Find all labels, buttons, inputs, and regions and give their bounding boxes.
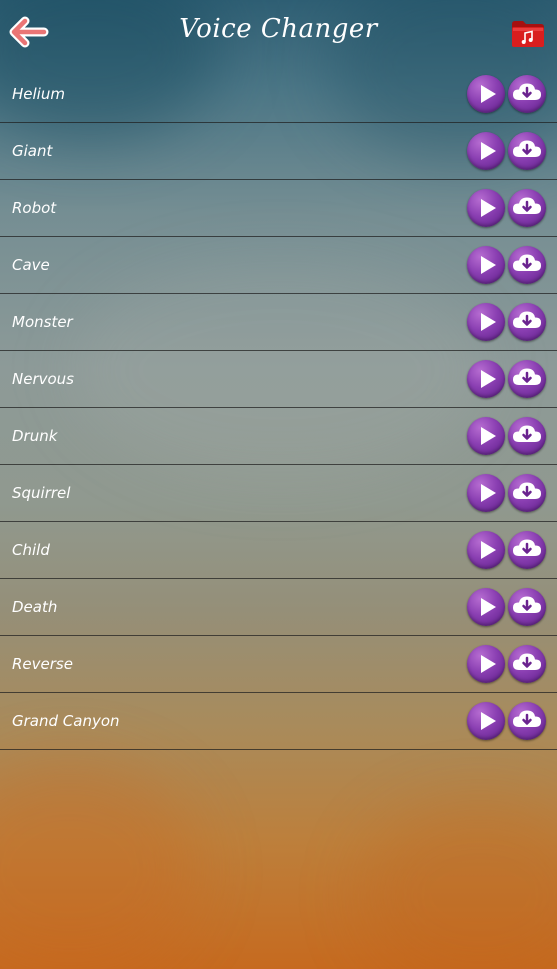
play-button[interactable] <box>467 189 505 227</box>
play-button[interactable] <box>467 132 505 170</box>
music-folder-button[interactable] <box>511 18 545 48</box>
cloud-download-icon <box>513 710 541 727</box>
play-button[interactable] <box>467 531 505 569</box>
play-button[interactable] <box>467 588 505 626</box>
effect-label: Squirrel <box>12 484 71 502</box>
play-icon <box>481 142 496 160</box>
page-title: Voice Changer <box>179 14 378 44</box>
cloud-download-icon <box>513 140 541 157</box>
effect-label: Reverse <box>12 655 73 673</box>
download-button[interactable] <box>508 417 546 455</box>
download-button[interactable] <box>508 246 546 284</box>
effect-label: Giant <box>12 142 53 160</box>
effect-label: Child <box>12 541 50 559</box>
download-button[interactable] <box>508 474 546 512</box>
cloud-download-icon <box>513 197 541 214</box>
effect-row-cave: Cave <box>0 237 557 294</box>
download-button[interactable] <box>508 645 546 683</box>
cloud-download-icon <box>513 368 541 385</box>
cloud-download-icon <box>513 482 541 499</box>
effect-label: Robot <box>12 199 57 217</box>
effect-row-nervous: Nervous <box>0 351 557 408</box>
play-icon <box>481 655 496 673</box>
effect-row-grand-canyon: Grand Canyon <box>0 693 557 750</box>
play-button[interactable] <box>467 360 505 398</box>
play-icon <box>481 370 496 388</box>
effect-row-helium: Helium <box>0 66 557 123</box>
effect-label: Cave <box>12 256 50 274</box>
play-button[interactable] <box>467 75 505 113</box>
effect-row-giant: Giant <box>0 123 557 180</box>
play-button[interactable] <box>467 303 505 341</box>
effect-label: Grand Canyon <box>12 712 120 730</box>
download-button[interactable] <box>508 132 546 170</box>
cloud-download-icon <box>513 596 541 613</box>
play-icon <box>481 85 496 103</box>
cloud-download-icon <box>513 83 541 100</box>
effect-row-death: Death <box>0 579 557 636</box>
effect-row-robot: Robot <box>0 180 557 237</box>
play-icon <box>481 541 496 559</box>
play-icon <box>481 598 496 616</box>
download-button[interactable] <box>508 360 546 398</box>
play-button[interactable] <box>467 702 505 740</box>
download-button[interactable] <box>508 75 546 113</box>
play-icon <box>481 199 496 217</box>
voice-changer-screen: Voice Changer Helium Giant Robot Cave Mo… <box>0 0 557 969</box>
play-icon <box>481 427 496 445</box>
header: Voice Changer <box>0 0 557 66</box>
download-button[interactable] <box>508 303 546 341</box>
play-icon <box>481 256 496 274</box>
effect-row-drunk: Drunk <box>0 408 557 465</box>
effect-label: Nervous <box>12 370 74 388</box>
effect-label: Drunk <box>12 427 58 445</box>
effect-row-squirrel: Squirrel <box>0 465 557 522</box>
play-icon <box>481 484 496 502</box>
cloud-download-icon <box>513 539 541 556</box>
background-blur <box>360 800 557 969</box>
voice-effects-list: Helium Giant Robot Cave Monster Nervous … <box>0 66 557 750</box>
cloud-download-icon <box>513 254 541 271</box>
effect-row-monster: Monster <box>0 294 557 351</box>
play-button[interactable] <box>467 474 505 512</box>
play-button[interactable] <box>467 645 505 683</box>
music-folder-icon <box>512 21 544 47</box>
cloud-download-icon <box>513 425 541 442</box>
download-button[interactable] <box>508 588 546 626</box>
play-icon <box>481 313 496 331</box>
effect-row-child: Child <box>0 522 557 579</box>
effect-row-reverse: Reverse <box>0 636 557 693</box>
download-button[interactable] <box>508 531 546 569</box>
background-blur <box>0 760 200 969</box>
cloud-download-icon <box>513 311 541 328</box>
effect-label: Death <box>12 598 58 616</box>
download-button[interactable] <box>508 189 546 227</box>
effect-label: Helium <box>12 85 65 103</box>
play-button[interactable] <box>467 417 505 455</box>
effect-label: Monster <box>12 313 73 331</box>
play-icon <box>481 712 496 730</box>
play-button[interactable] <box>467 246 505 284</box>
cloud-download-icon <box>513 653 541 670</box>
download-button[interactable] <box>508 702 546 740</box>
